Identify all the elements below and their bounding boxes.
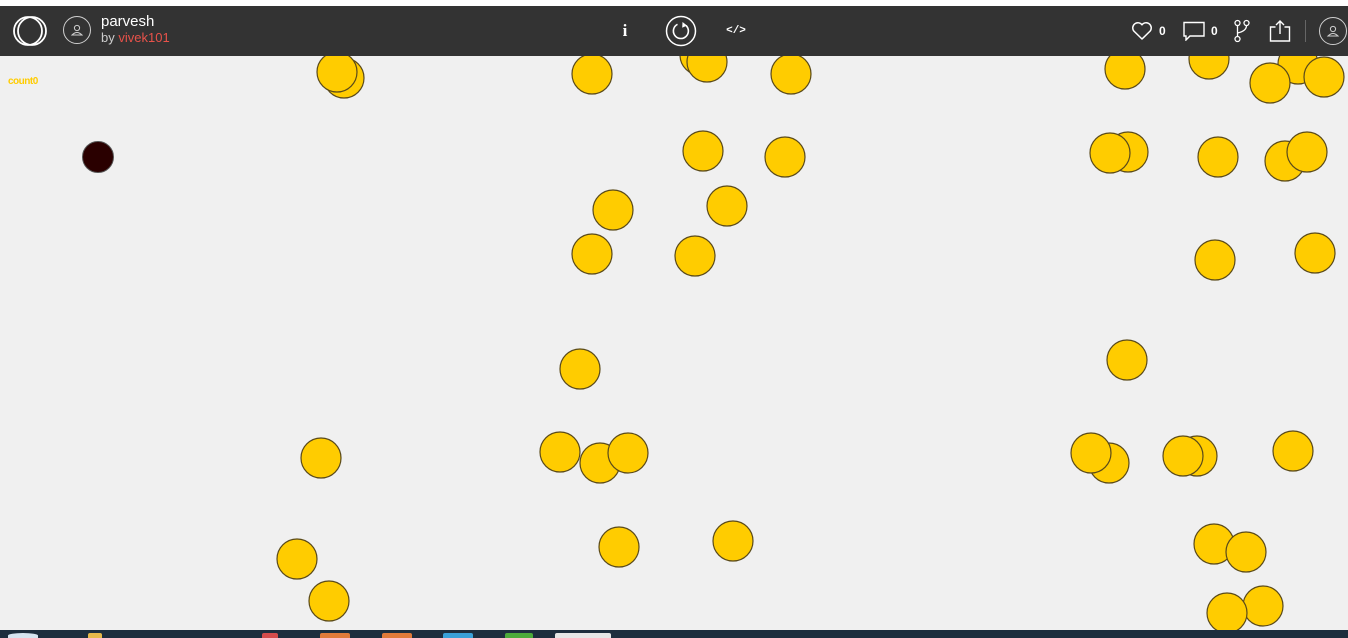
comment-icon bbox=[1183, 21, 1205, 41]
taskbar-app-icon[interactable] bbox=[88, 633, 102, 638]
logo-icon[interactable] bbox=[12, 14, 48, 48]
coin bbox=[1188, 56, 1230, 80]
coin bbox=[1294, 232, 1336, 274]
coin bbox=[1070, 432, 1112, 474]
author-link[interactable]: vivek101 bbox=[118, 30, 169, 45]
account-avatar-icon[interactable] bbox=[1319, 17, 1347, 45]
coin bbox=[300, 437, 342, 479]
coin bbox=[1286, 131, 1328, 173]
by-prefix: by bbox=[101, 30, 115, 45]
taskbar-app-icon[interactable] bbox=[443, 633, 473, 638]
coin bbox=[712, 520, 754, 562]
sketch-header: parvesh by vivek101 i </> 0 0 bbox=[0, 6, 1348, 56]
coin bbox=[1089, 132, 1131, 174]
like-button[interactable]: 0 bbox=[1131, 19, 1166, 43]
game-scene bbox=[82, 56, 1345, 630]
coin bbox=[316, 56, 358, 93]
coin bbox=[1106, 339, 1148, 381]
coin bbox=[571, 56, 613, 95]
restart-button[interactable] bbox=[665, 15, 697, 47]
sketch-title-block: parvesh by vivek101 bbox=[101, 14, 170, 46]
game-canvas[interactable]: count0 bbox=[0, 56, 1348, 630]
coin bbox=[1242, 585, 1284, 627]
restart-icon bbox=[665, 15, 697, 47]
sketch-title: parvesh bbox=[101, 13, 155, 30]
coin bbox=[598, 526, 640, 568]
start-button[interactable] bbox=[8, 633, 38, 638]
user-avatar-icon[interactable] bbox=[63, 16, 91, 44]
coin bbox=[1272, 430, 1314, 472]
coin bbox=[571, 233, 613, 275]
coin bbox=[607, 432, 649, 474]
coin bbox=[1197, 136, 1239, 178]
coin bbox=[1162, 435, 1204, 477]
coin bbox=[1303, 56, 1345, 98]
taskbar-active-app[interactable] bbox=[555, 633, 611, 638]
code-button[interactable]: </> bbox=[722, 19, 750, 43]
coin bbox=[706, 185, 748, 227]
coin bbox=[1194, 239, 1236, 281]
coin bbox=[1225, 531, 1267, 573]
info-button[interactable]: i bbox=[613, 17, 637, 45]
coin bbox=[559, 348, 601, 390]
comments-button[interactable]: 0 bbox=[1183, 19, 1218, 43]
coin bbox=[674, 235, 716, 277]
os-taskbar bbox=[0, 630, 1348, 638]
coin bbox=[764, 136, 806, 178]
taskbar-app-icon[interactable] bbox=[320, 633, 350, 638]
coin bbox=[1104, 56, 1146, 90]
likes-count: 0 bbox=[1159, 24, 1166, 38]
taskbar-app-icon[interactable] bbox=[382, 633, 412, 638]
taskbar-app-icon[interactable] bbox=[262, 633, 278, 638]
coin bbox=[682, 130, 724, 172]
fork-button[interactable] bbox=[1233, 19, 1251, 43]
header-divider bbox=[1305, 20, 1306, 42]
coin bbox=[308, 580, 350, 622]
heart-icon bbox=[1132, 22, 1152, 40]
coin bbox=[686, 56, 728, 83]
comments-count: 0 bbox=[1211, 24, 1218, 38]
player-ball[interactable] bbox=[82, 141, 114, 173]
byline: by vivek101 bbox=[101, 30, 170, 46]
coin bbox=[770, 56, 812, 95]
taskbar-app-icon[interactable] bbox=[505, 633, 533, 638]
share-icon bbox=[1269, 20, 1291, 42]
coin bbox=[1249, 62, 1291, 104]
coin bbox=[539, 431, 581, 473]
coin bbox=[592, 189, 634, 231]
fork-icon bbox=[1234, 19, 1250, 43]
coin bbox=[276, 538, 318, 580]
share-button[interactable] bbox=[1268, 19, 1292, 43]
coin bbox=[1206, 592, 1248, 630]
